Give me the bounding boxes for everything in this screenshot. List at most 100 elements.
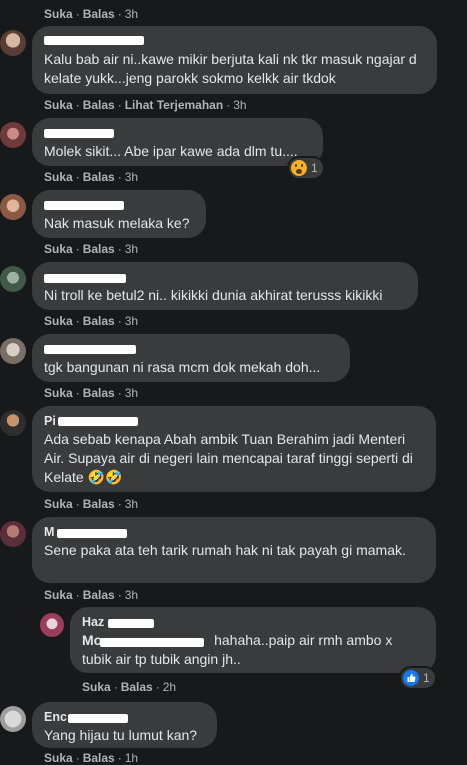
timestamp[interactable]: 1h bbox=[125, 751, 138, 765]
commenter-name[interactable] bbox=[44, 34, 425, 50]
reply-bubble: Haz Mo hahaha..paip air rmh ambo x tubik… bbox=[70, 607, 436, 673]
timestamp[interactable]: 3h bbox=[125, 588, 138, 602]
commenter-name[interactable]: Enc bbox=[44, 710, 205, 726]
separator: · bbox=[117, 497, 122, 511]
comment-text: Sene paka ata teh tarik rumah hak ni tak… bbox=[44, 542, 406, 558]
commenter-name-visible: M bbox=[44, 525, 55, 539]
commenter-name[interactable]: M bbox=[44, 525, 424, 541]
reply-link[interactable]: Balas bbox=[83, 7, 115, 21]
like-link[interactable]: Suka bbox=[44, 170, 73, 184]
reply-link[interactable]: Balas bbox=[83, 588, 115, 602]
reply-link[interactable]: Balas bbox=[83, 497, 115, 511]
avatar[interactable] bbox=[0, 194, 26, 220]
redaction-mark bbox=[44, 129, 114, 138]
separator: · bbox=[117, 314, 122, 328]
redaction-mark bbox=[44, 36, 144, 45]
separator: · bbox=[117, 386, 122, 400]
comment-1-actions: Suka · Balas · Lihat Terjemahan · 3h bbox=[44, 98, 247, 112]
comment-3-actions: Suka · Balas · 3h bbox=[44, 242, 138, 256]
reply-link[interactable]: Balas bbox=[83, 170, 115, 184]
comment-2-actions: Suka · Balas · 3h bbox=[44, 170, 138, 184]
like-icon bbox=[403, 670, 419, 686]
separator: · bbox=[75, 497, 80, 511]
like-link[interactable]: Suka bbox=[44, 588, 73, 602]
comment-6-actions: Suka · Balas · 3h bbox=[44, 497, 138, 511]
commenter-name[interactable] bbox=[44, 198, 194, 214]
mention-tag[interactable]: Mo bbox=[82, 632, 210, 648]
separator: · bbox=[75, 314, 80, 328]
like-link[interactable]: Suka bbox=[44, 497, 73, 511]
like-link[interactable]: Suka bbox=[44, 7, 73, 21]
timestamp[interactable]: 3h bbox=[125, 170, 138, 184]
reply-link[interactable]: Balas bbox=[121, 680, 153, 694]
avatar[interactable] bbox=[0, 706, 26, 732]
avatar[interactable] bbox=[0, 122, 26, 148]
comment-bubble: Enc Yang hijau tu lumut kan? bbox=[32, 702, 217, 748]
commenter-name[interactable]: Haz bbox=[82, 615, 424, 631]
comment-text: Mo hahaha..paip air rmh ambo x tubik air… bbox=[82, 631, 424, 669]
separator: · bbox=[117, 170, 122, 184]
separator: · bbox=[117, 751, 122, 765]
separator: · bbox=[75, 588, 80, 602]
comment-bubble: Ni troll ke betul2 ni.. kikikki dunia ak… bbox=[32, 262, 418, 310]
like-link[interactable]: Suka bbox=[44, 242, 73, 256]
like-link[interactable]: Suka bbox=[44, 98, 73, 112]
wow-emoji-icon bbox=[291, 160, 307, 176]
comment-bubble: M Sene paka ata teh tarik rumah hak ni t… bbox=[32, 517, 436, 583]
reaction-badge[interactable]: 1 bbox=[401, 668, 435, 688]
separator: · bbox=[117, 7, 122, 21]
comment-7-actions: Suka · Balas · 3h bbox=[44, 588, 138, 602]
reply-link[interactable]: Balas bbox=[83, 751, 115, 765]
comment-text: Molek sikit... Abe ipar kawe ada dlm tu.… bbox=[44, 143, 298, 159]
timestamp[interactable]: 3h bbox=[125, 7, 138, 21]
separator: · bbox=[75, 98, 80, 112]
timestamp[interactable]: 3h bbox=[125, 386, 138, 400]
timestamp[interactable]: 2h bbox=[163, 680, 176, 694]
comment-5-actions: Suka · Balas · 3h bbox=[44, 386, 138, 400]
avatar[interactable] bbox=[40, 613, 64, 637]
separator: · bbox=[75, 751, 80, 765]
timestamp[interactable]: 3h bbox=[233, 98, 246, 112]
redaction-mark bbox=[108, 619, 154, 628]
redaction-mark bbox=[100, 638, 204, 647]
like-link[interactable]: Suka bbox=[44, 314, 73, 328]
comment-bubble: Nak masuk melaka ke? bbox=[32, 190, 206, 238]
like-link[interactable]: Suka bbox=[82, 680, 111, 694]
separator: · bbox=[75, 386, 80, 400]
reaction-count: 1 bbox=[311, 161, 318, 175]
comment-text: tgk bangunan ni rasa mcm dok mekah doh..… bbox=[44, 359, 321, 375]
reply-link[interactable]: Balas bbox=[83, 314, 115, 328]
redaction-mark bbox=[44, 201, 124, 210]
avatar[interactable] bbox=[0, 521, 26, 547]
reply-link[interactable]: Balas bbox=[83, 386, 115, 400]
separator: · bbox=[226, 98, 231, 112]
commenter-name[interactable] bbox=[44, 126, 311, 142]
separator: · bbox=[155, 680, 160, 694]
reply-link[interactable]: Balas bbox=[83, 98, 115, 112]
reaction-count: 1 bbox=[423, 671, 430, 685]
commenter-name[interactable] bbox=[44, 270, 406, 286]
comment-9-actions: Suka · Balas · 1h bbox=[44, 751, 138, 765]
avatar[interactable] bbox=[0, 410, 26, 436]
commenter-name[interactable]: Pi bbox=[44, 414, 424, 430]
comment-0-actions: Suka · Balas · 3h bbox=[44, 7, 138, 21]
commenter-name-visible: Haz bbox=[82, 615, 105, 629]
separator: · bbox=[75, 7, 80, 21]
comment-bubble: tgk bangunan ni rasa mcm dok mekah doh..… bbox=[32, 334, 350, 382]
separator: · bbox=[75, 170, 80, 184]
commenter-name[interactable] bbox=[44, 342, 338, 358]
separator: · bbox=[117, 242, 122, 256]
like-link[interactable]: Suka bbox=[44, 386, 73, 400]
timestamp[interactable]: 3h bbox=[125, 314, 138, 328]
separator: · bbox=[75, 242, 80, 256]
avatar[interactable] bbox=[0, 338, 26, 364]
comment-text: Yang hijau tu lumut kan? bbox=[44, 727, 198, 743]
avatar[interactable] bbox=[0, 266, 26, 292]
see-translation-link[interactable]: Lihat Terjemahan bbox=[125, 98, 223, 112]
timestamp[interactable]: 3h bbox=[125, 242, 138, 256]
avatar[interactable] bbox=[0, 30, 26, 56]
like-link[interactable]: Suka bbox=[44, 751, 73, 765]
timestamp[interactable]: 3h bbox=[125, 497, 138, 511]
reply-link[interactable]: Balas bbox=[83, 242, 115, 256]
reaction-badge[interactable]: 1 bbox=[289, 158, 323, 178]
